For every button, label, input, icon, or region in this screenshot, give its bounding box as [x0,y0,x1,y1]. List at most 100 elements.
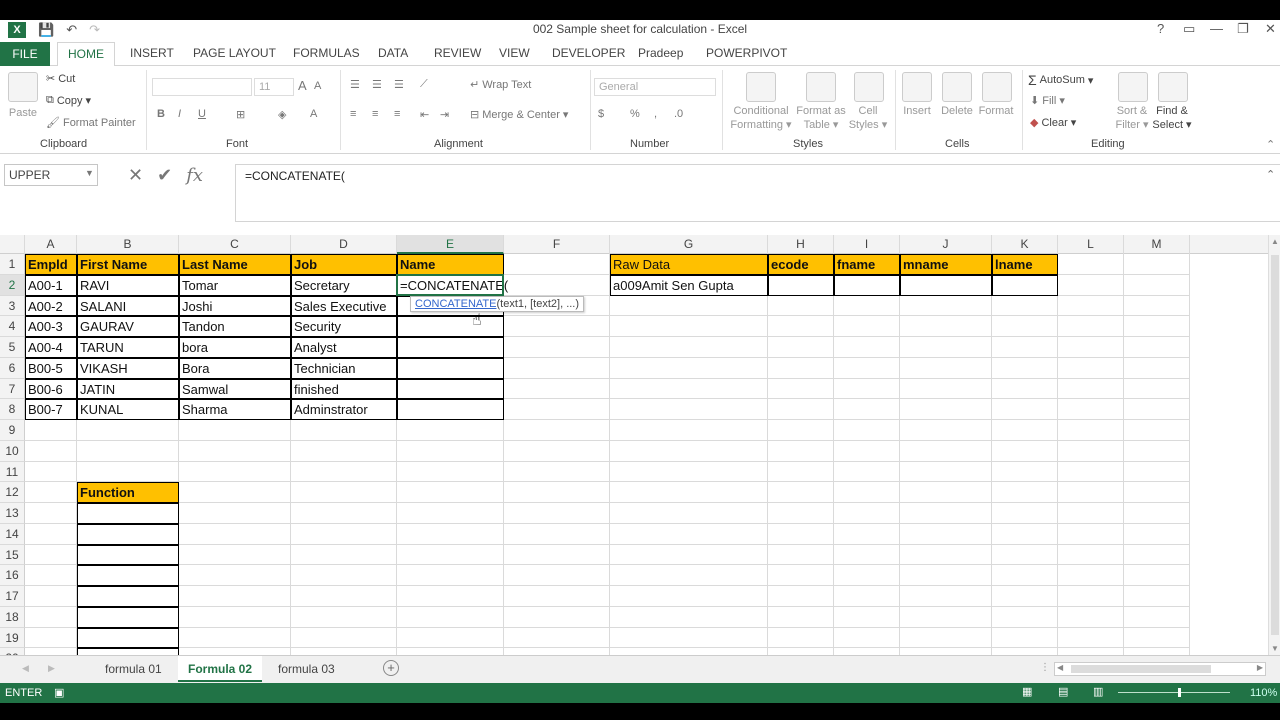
restore-icon[interactable]: ❐ [1237,21,1249,37]
cell-m2[interactable] [1124,274,1190,296]
table-cell[interactable]: Bora [179,357,291,379]
cell-a20[interactable] [25,648,77,655]
function-cell[interactable] [77,523,179,545]
cell-j12[interactable] [900,482,992,503]
sort-filter-button[interactable]: Sort & Filter ▾ [1110,104,1154,132]
cell-g12[interactable] [610,482,768,503]
tab-insert[interactable]: INSERT [130,46,174,60]
cell-f20[interactable] [504,648,610,655]
cell-l6[interactable] [1058,357,1124,379]
zoom-slider-thumb[interactable] [1178,688,1181,697]
table-header-cell[interactable]: First Name [77,254,179,275]
insert-function-icon[interactable]: fx [186,165,203,186]
h-scroll-thumb[interactable] [1071,665,1211,673]
cell-m16[interactable] [1124,565,1190,586]
format-as-table-button[interactable]: Format as Table ▾ [796,104,846,132]
vertical-scrollbar[interactable]: ▲ ▼ [1268,235,1280,655]
autosum-button[interactable]: Σ AutoSum ▾ [1028,72,1093,88]
cell-j15[interactable] [900,544,992,566]
cell-j13[interactable] [900,503,992,524]
column-header-j[interactable]: J [900,235,992,254]
close-icon[interactable]: ✕ [1265,21,1276,37]
cell-m20[interactable] [1124,648,1190,655]
cell-f2[interactable] [504,274,610,296]
align-left-icon[interactable]: ≡ [350,108,356,120]
cell-f9[interactable] [504,420,610,441]
cell-m14[interactable] [1124,523,1190,545]
page-layout-view-icon[interactable]: ▤ [1058,685,1068,698]
cell-j3[interactable] [900,295,992,317]
format-painter-button[interactable]: 🖌 Format Painter [46,116,136,130]
cell-f16[interactable] [504,565,610,586]
scroll-thumb[interactable] [1271,255,1279,635]
cell-c9[interactable] [179,420,291,441]
cell-i17[interactable] [834,586,900,607]
cell-g16[interactable] [610,565,768,586]
cell-styles-icon[interactable] [854,72,884,102]
cell-d17[interactable] [291,586,397,607]
table-cell[interactable]: A00-4 [25,337,77,358]
font-size-dropdown[interactable]: 11 [254,78,294,96]
tab-file[interactable]: FILE [0,42,50,66]
cell-l9[interactable] [1058,420,1124,441]
cell-j5[interactable] [900,337,992,358]
cell-e15[interactable] [397,544,504,566]
delete-cells-icon[interactable] [942,72,972,102]
cell-a13[interactable] [25,503,77,524]
row-header-1[interactable]: 1 [0,254,25,275]
cell-i6[interactable] [834,357,900,379]
cell-e10[interactable] [397,440,504,462]
cell-g4[interactable] [610,316,768,337]
row-header-19[interactable]: 19 [0,627,25,649]
cell-l16[interactable] [1058,565,1124,586]
cell-d19[interactable] [291,627,397,649]
cell-j9[interactable] [900,420,992,441]
cell-g20[interactable] [610,648,768,655]
cell-c16[interactable] [179,565,291,586]
tab-split-handle[interactable]: ⋮ [1040,662,1050,673]
column-header-c[interactable]: C [179,235,291,254]
cell-d9[interactable] [291,420,397,441]
chevron-down-icon[interactable]: ▼ [85,168,94,178]
cell-g7[interactable] [610,378,768,400]
fill-color-icon[interactable]: ◈ [278,108,286,121]
cell-j18[interactable] [900,606,992,628]
cell-g11[interactable] [610,461,768,483]
cell-k10[interactable] [992,440,1058,462]
cell-h16[interactable] [768,565,834,586]
cell-d14[interactable] [291,523,397,545]
row-header-7[interactable]: 7 [0,378,25,400]
cell-g6[interactable] [610,357,768,379]
cell-j8[interactable] [900,399,992,420]
tab-developer[interactable]: DEVELOPER [552,46,625,60]
cell-g10[interactable] [610,440,768,462]
cell-g17[interactable] [610,586,768,607]
cell-i11[interactable] [834,461,900,483]
cell-k17[interactable] [992,586,1058,607]
cell-k3[interactable] [992,295,1058,317]
cell-k16[interactable] [992,565,1058,586]
cell-j20[interactable] [900,648,992,655]
cell-j17[interactable] [900,586,992,607]
cell-c18[interactable] [179,606,291,628]
fill-button[interactable]: ⬇ Fill ▾ [1030,94,1065,107]
cell-f14[interactable] [504,523,610,545]
column-header-h[interactable]: H [768,235,834,254]
row-header-14[interactable]: 14 [0,523,25,545]
cell-m17[interactable] [1124,586,1190,607]
cell-l18[interactable] [1058,606,1124,628]
raw-table-cell[interactable] [900,274,992,296]
cell-a18[interactable] [25,606,77,628]
table-header-cell[interactable]: Empld [25,254,77,275]
cell-g13[interactable] [610,503,768,524]
cell-a15[interactable] [25,544,77,566]
borders-icon[interactable]: ⊞ [236,108,245,121]
cell-h3[interactable] [768,295,834,317]
orientation-icon[interactable]: ⟋ [420,78,428,91]
decrease-indent-icon[interactable]: ⇤ [420,108,429,121]
prev-sheet-icon[interactable]: ◀ [22,663,29,674]
function-tooltip[interactable]: CONCATENATE(text1, [text2], ...) [410,296,585,312]
align-bottom-icon[interactable]: ☰ [394,78,404,91]
number-format-dropdown[interactable]: General [594,78,716,96]
cell-c17[interactable] [179,586,291,607]
